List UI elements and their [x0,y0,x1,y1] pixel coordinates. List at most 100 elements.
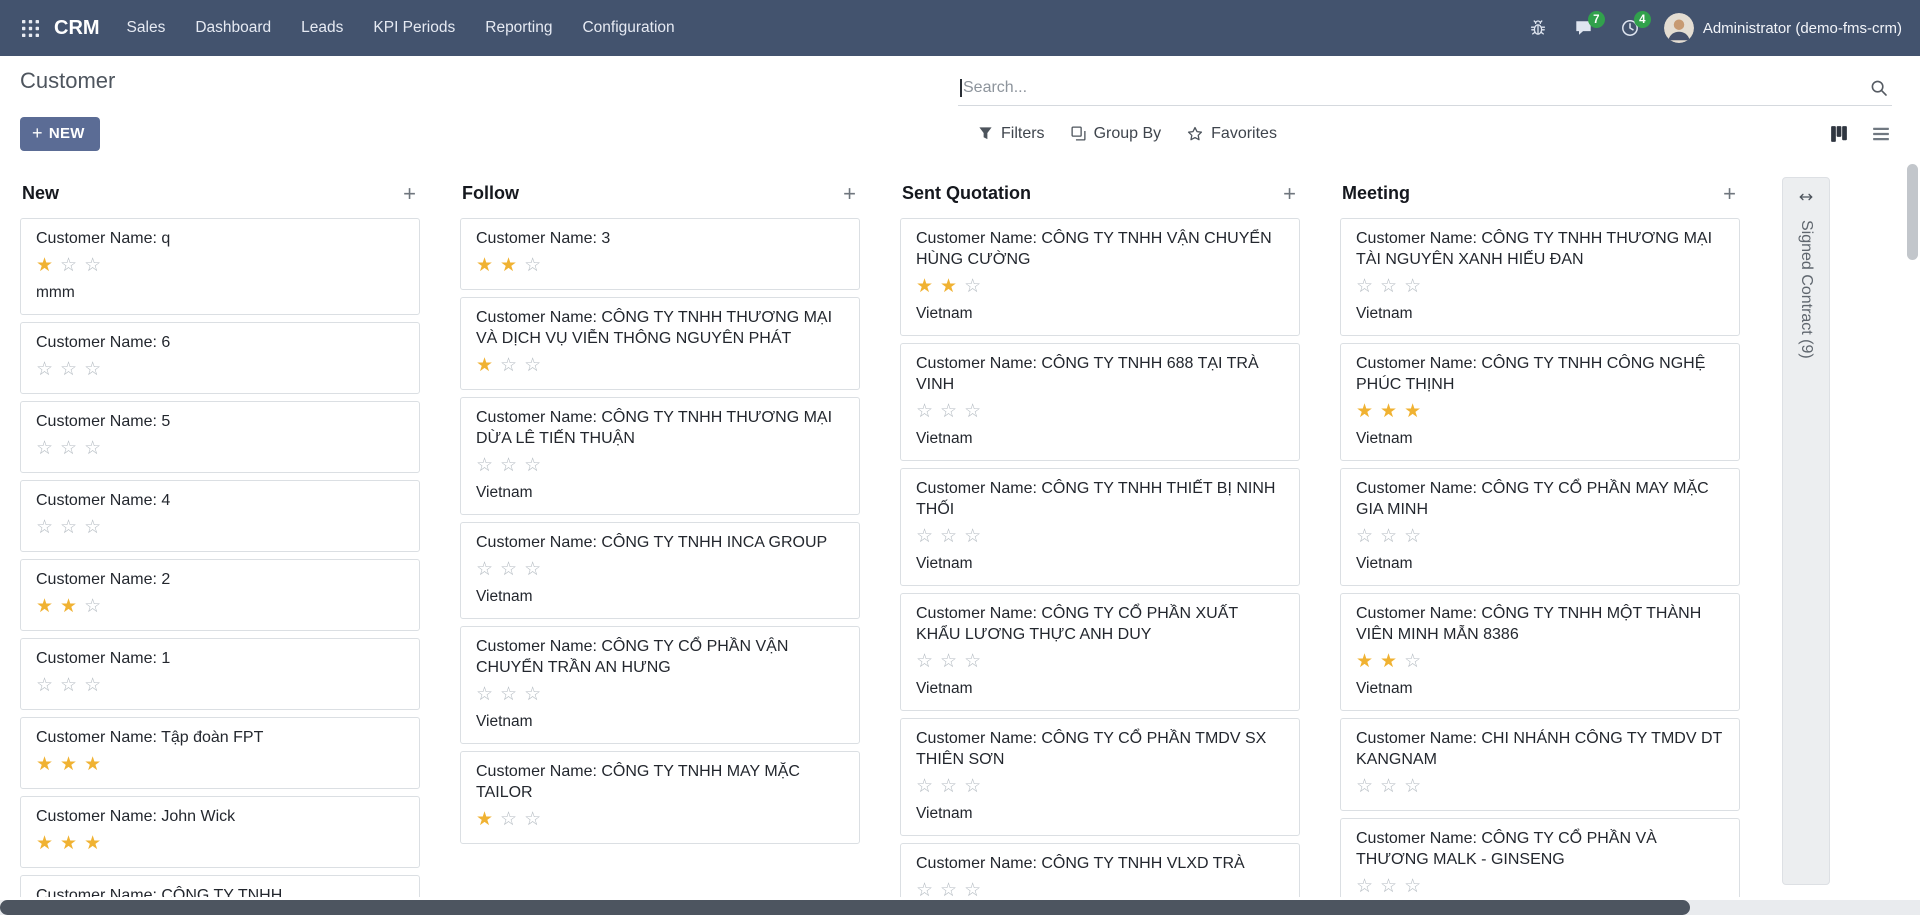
star-icon[interactable]: ☆ [524,454,541,478]
kanban-card[interactable]: Customer Name: Tập đoàn FPT★★★ [20,717,420,789]
kanban-card[interactable]: Customer Name: CÔNG TY CỔ PHẦN XUẤT KHẨU… [900,593,1300,711]
star-icon[interactable]: ★ [36,595,53,619]
magnifier-icon[interactable] [1870,79,1888,97]
star-icon[interactable]: ☆ [1356,775,1373,799]
kanban-card[interactable]: Customer Name: q★☆☆mmm [20,218,420,315]
star-icon[interactable]: ★ [36,254,53,278]
star-icon[interactable]: ☆ [964,275,981,299]
nav-item-reporting[interactable]: Reporting [470,0,567,56]
star-icon[interactable]: ☆ [84,674,101,698]
kanban-card[interactable]: Customer Name: CÔNG TY TNHH VLXD TRÀ☆☆☆ [900,843,1300,897]
new-button[interactable]: + NEW [20,117,100,151]
star-icon[interactable]: ★ [916,275,933,299]
star-icon[interactable]: ☆ [964,525,981,549]
star-icon[interactable]: ☆ [524,683,541,707]
star-icon[interactable]: ☆ [476,558,493,582]
kanban-card[interactable]: Customer Name: CÔNG TY TNHH VẬN CHUYỂN H… [900,218,1300,336]
kanban-card[interactable]: Customer Name: CÔNG TY CỔ PHẦN TMDV SX T… [900,718,1300,836]
nav-item-dashboard[interactable]: Dashboard [180,0,286,56]
kanban-card[interactable]: Customer Name: John Wick★★★ [20,796,420,868]
star-icon[interactable]: ☆ [916,879,933,897]
star-icon[interactable]: ☆ [964,879,981,897]
star-icon[interactable]: ☆ [36,437,53,461]
kanban-card[interactable]: Customer Name: 5☆☆☆ [20,401,420,473]
add-record-button[interactable]: + [401,185,418,203]
messages-button[interactable]: 7 [1566,10,1602,46]
star-icon[interactable]: ☆ [36,674,53,698]
star-icon[interactable]: ★ [1380,650,1397,674]
star-icon[interactable]: ★ [476,808,493,832]
star-icon[interactable]: ☆ [1404,275,1421,299]
kanban-card[interactable]: Customer Name: CÔNG TY TNHH 688 TẠI TRÀ … [900,343,1300,461]
star-icon[interactable]: ☆ [476,683,493,707]
star-icon[interactable]: ☆ [916,525,933,549]
star-icon[interactable]: ☆ [84,595,101,619]
kanban-card[interactable]: Customer Name: CÔNG TY CỔ PHẦN VÀ THƯƠNG… [1340,818,1740,897]
star-icon[interactable]: ☆ [940,650,957,674]
horizontal-scrollbar-thumb[interactable] [0,900,1690,915]
star-icon[interactable]: ☆ [524,808,541,832]
star-icon[interactable]: ☆ [1356,275,1373,299]
star-icon[interactable]: ☆ [1380,775,1397,799]
app-brand[interactable]: CRM [54,17,100,40]
star-icon[interactable]: ★ [940,275,957,299]
apps-menu-button[interactable] [12,10,48,46]
nav-item-kpi-periods[interactable]: KPI Periods [358,0,470,56]
star-icon[interactable]: ☆ [60,254,77,278]
nav-item-sales[interactable]: Sales [112,0,181,56]
star-icon[interactable]: ☆ [60,358,77,382]
add-record-button[interactable]: + [841,185,858,203]
filters-button[interactable]: Filters [968,119,1055,149]
star-icon[interactable]: ★ [1404,400,1421,424]
nav-item-configuration[interactable]: Configuration [567,0,689,56]
kanban-card[interactable]: Customer Name: CHI NHÁNH CÔNG TY TMDV DT… [1340,718,1740,811]
star-icon[interactable]: ☆ [500,558,517,582]
star-icon[interactable]: ★ [1356,650,1373,674]
kanban-card[interactable]: Customer Name: CÔNG TY CỔ PHẦN MAY MẶC G… [1340,468,1740,586]
star-icon[interactable]: ☆ [940,400,957,424]
kanban-card[interactable]: Customer Name: CÔNG TY TNHH THƯƠNG MẠI V… [460,297,860,390]
collapsed-column-signed-contract[interactable]: Signed Contract (9) [1782,177,1830,885]
user-menu[interactable]: Administrator (demo-fms-crm) [1664,13,1902,43]
kanban-card[interactable]: Customer Name: CÔNG TY TNHH MAY MẶC TAIL… [460,751,860,844]
list-view-button[interactable] [1870,123,1892,145]
nav-item-leads[interactable]: Leads [286,0,358,56]
star-icon[interactable]: ☆ [916,775,933,799]
star-icon[interactable]: ☆ [84,254,101,278]
activities-button[interactable]: 4 [1612,10,1648,46]
star-icon[interactable]: ☆ [1380,875,1397,897]
debug-button[interactable] [1520,10,1556,46]
star-icon[interactable]: ☆ [1404,775,1421,799]
star-icon[interactable]: ☆ [964,650,981,674]
star-icon[interactable]: ☆ [1356,525,1373,549]
star-icon[interactable]: ☆ [60,516,77,540]
star-icon[interactable]: ★ [36,753,53,777]
search-box[interactable] [958,79,1892,106]
add-record-button[interactable]: + [1721,185,1738,203]
kanban-card[interactable]: Customer Name: 1☆☆☆ [20,638,420,710]
star-icon[interactable]: ★ [60,753,77,777]
favorites-button[interactable]: Favorites [1177,119,1287,149]
star-icon[interactable]: ☆ [940,879,957,897]
star-icon[interactable]: ☆ [1380,275,1397,299]
star-icon[interactable]: ★ [476,254,493,278]
star-icon[interactable]: ☆ [84,516,101,540]
star-icon[interactable]: ☆ [524,254,541,278]
star-icon[interactable]: ☆ [1404,525,1421,549]
add-record-button[interactable]: + [1281,185,1298,203]
kanban-card[interactable]: Customer Name: 3★★☆ [460,218,860,290]
kanban-card[interactable]: Customer Name: CÔNG TY TNHH CÔNG NGHỆ PH… [1340,343,1740,461]
kanban-card[interactable]: Customer Name: CÔNG TY TNHH★☆☆ [20,875,420,897]
star-icon[interactable]: ★ [84,753,101,777]
star-icon[interactable]: ☆ [1404,875,1421,897]
star-icon[interactable]: ☆ [500,454,517,478]
kanban-card[interactable]: Customer Name: CÔNG TY TNHH THƯƠNG MẠI D… [460,397,860,515]
kanban-card[interactable]: Customer Name: 4☆☆☆ [20,480,420,552]
search-input[interactable] [962,79,1870,97]
star-icon[interactable]: ☆ [916,650,933,674]
kanban-card[interactable]: Customer Name: CÔNG TY TNHH MỘT THÀNH VI… [1340,593,1740,711]
star-icon[interactable]: ★ [1356,400,1373,424]
star-icon[interactable]: ☆ [940,525,957,549]
star-icon[interactable]: ☆ [500,808,517,832]
kanban-card[interactable]: Customer Name: 6☆☆☆ [20,322,420,394]
